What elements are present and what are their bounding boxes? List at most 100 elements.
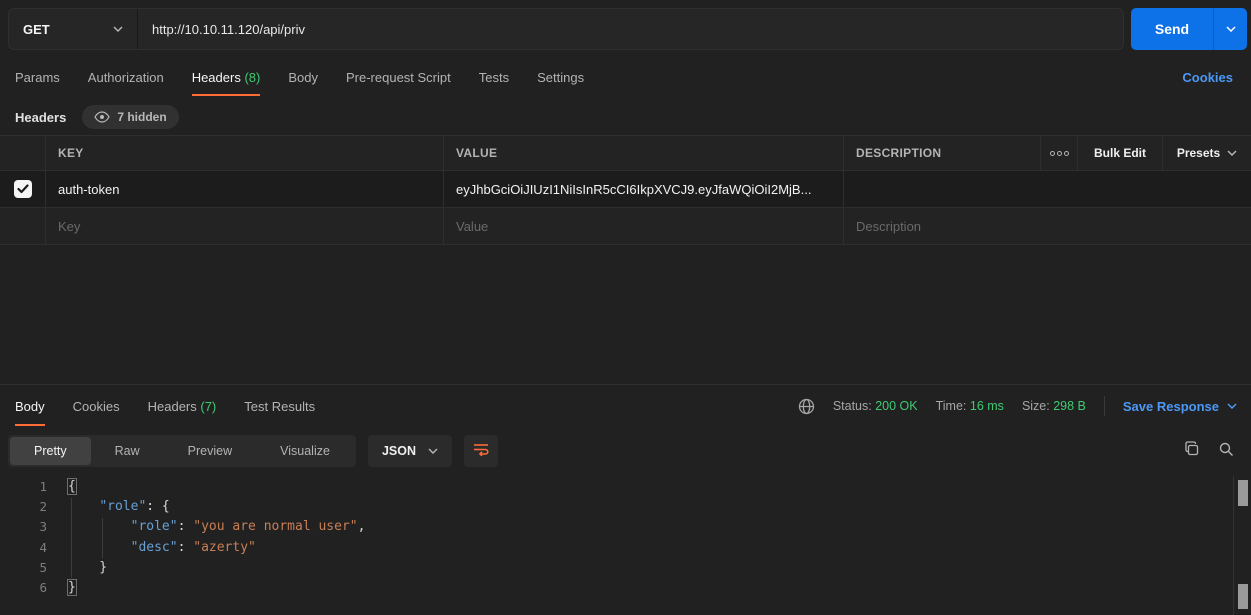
description-input-placeholder[interactable]: Description: [843, 208, 1251, 244]
header-description-cell[interactable]: [843, 171, 1251, 207]
status-badge: Status: 200 OK: [833, 399, 918, 413]
indent-guide: [102, 518, 103, 558]
hidden-headers-toggle[interactable]: 7 hidden: [82, 105, 178, 129]
size-badge: Size: 298 B: [1022, 399, 1086, 413]
wrap-text-icon: [473, 442, 489, 461]
search-icon: [1218, 441, 1234, 462]
eye-icon: [94, 111, 110, 123]
more-options-button[interactable]: [1040, 136, 1077, 170]
key-input-placeholder[interactable]: Key: [45, 208, 443, 244]
chevron-down-icon: [1227, 150, 1237, 156]
view-mode-pretty[interactable]: Pretty: [10, 437, 91, 465]
line-content: "desc": "azerty": [68, 540, 256, 555]
chevron-down-icon: [113, 26, 123, 32]
wrap-text-button[interactable]: [464, 435, 498, 467]
response-toolbar: Pretty Raw Preview Visualize JSON: [8, 435, 1243, 467]
globe-icon[interactable]: [798, 398, 815, 415]
copy-icon: [1184, 441, 1200, 462]
scrollbar-thumb[interactable]: [1238, 480, 1248, 506]
cookies-link[interactable]: Cookies: [1182, 70, 1233, 85]
header-key-cell[interactable]: auth-token: [45, 171, 443, 207]
column-header-value: VALUE: [443, 136, 843, 170]
code-line: 2 "role": {: [0, 496, 1233, 516]
line-number: 4: [0, 540, 47, 555]
chevron-down-icon: [428, 448, 438, 454]
line-content: "role": "you are normal user",: [68, 519, 365, 534]
response-body-editor[interactable]: 1{2 "role": {3 "role": "you are normal u…: [0, 476, 1233, 615]
indent-guide: [71, 498, 72, 578]
headers-count: (8): [244, 70, 260, 85]
code-line: 5 }: [0, 557, 1233, 577]
postman-app: GET http://10.10.11.120/api/priv Send Pa…: [0, 0, 1251, 614]
response-meta: Status: 200 OK Time: 16 ms Size: 298 B S…: [798, 385, 1237, 427]
send-options-button[interactable]: [1213, 8, 1247, 50]
view-mode-switcher: Pretty Raw Preview Visualize: [8, 435, 356, 467]
tab-authorization[interactable]: Authorization: [88, 70, 164, 87]
line-content: }: [68, 560, 107, 575]
line-number: 3: [0, 519, 47, 534]
tab-headers[interactable]: Headers (8): [192, 70, 261, 87]
scrollbar-thumb[interactable]: [1238, 584, 1248, 609]
view-mode-raw[interactable]: Raw: [91, 437, 164, 465]
tab-settings[interactable]: Settings: [537, 70, 584, 87]
code-lines: 1{2 "role": {3 "role": "you are normal u…: [0, 476, 1233, 598]
code-line: 6}: [0, 577, 1233, 597]
vertical-scrollbar[interactable]: [1233, 476, 1251, 615]
copy-response-button[interactable]: [1175, 435, 1209, 467]
time-value: 16 ms: [970, 399, 1004, 413]
line-content: {: [68, 479, 76, 494]
save-response-button[interactable]: Save Response: [1123, 399, 1237, 414]
presets-dropdown[interactable]: Presets: [1162, 136, 1251, 170]
response-tab-body[interactable]: Body: [15, 399, 45, 414]
request-url-bar: GET http://10.10.11.120/api/priv: [8, 8, 1124, 50]
line-number: 6: [0, 580, 47, 595]
view-mode-preview[interactable]: Preview: [164, 437, 256, 465]
send-button[interactable]: Send: [1131, 8, 1247, 50]
header-row-empty: Key Value Description: [0, 208, 1251, 245]
response-tab-cookies[interactable]: Cookies: [73, 399, 120, 414]
method-select[interactable]: GET: [9, 9, 138, 49]
headers-strip: Headers 7 hidden: [0, 100, 1251, 134]
line-number: 2: [0, 499, 47, 514]
time-badge: Time: 16 ms: [936, 399, 1004, 413]
view-mode-visualize[interactable]: Visualize: [256, 437, 354, 465]
url-input[interactable]: http://10.10.11.120/api/priv: [138, 9, 1123, 49]
headers-title: Headers: [15, 110, 66, 125]
header-value-cell[interactable]: eyJhbGciOiJIUzI1NiIsInR5cCI6IkpXVCJ9.eyJ…: [443, 171, 843, 207]
line-number: 5: [0, 560, 47, 575]
request-tabs: Params Authorization Headers (8) Body Pr…: [0, 60, 1251, 96]
value-input-placeholder[interactable]: Value: [443, 208, 843, 244]
code-line: 4 "desc": "azerty": [0, 537, 1233, 557]
tab-tests[interactable]: Tests: [479, 70, 509, 87]
row-checkbox-cell: [0, 208, 45, 244]
chevron-down-icon: [1227, 403, 1237, 409]
format-label: JSON: [382, 444, 416, 458]
method-label: GET: [23, 22, 50, 37]
tab-body[interactable]: Body: [288, 70, 318, 87]
chevron-down-icon: [1226, 26, 1236, 32]
hidden-headers-label: 7 hidden: [117, 110, 166, 124]
send-button-label[interactable]: Send: [1131, 8, 1213, 50]
header-checkbox-column: [0, 136, 45, 170]
tab-pre-request-script[interactable]: Pre-request Script: [346, 70, 451, 87]
headers-table-header: KEY VALUE DESCRIPTION Bulk Edit Presets: [0, 135, 1251, 171]
header-row-auth-token: auth-token eyJhbGciOiJIUzI1NiIsInR5cCI6I…: [0, 171, 1251, 208]
tab-params[interactable]: Params: [15, 70, 60, 87]
column-header-key: KEY: [45, 136, 443, 170]
row-checkbox-cell: [0, 171, 45, 207]
line-content: "role": {: [68, 499, 170, 514]
response-section: Body Cookies Headers (7) Test Results St…: [0, 384, 1251, 614]
size-value: 298 B: [1053, 399, 1086, 413]
search-response-button[interactable]: [1209, 435, 1243, 467]
checkbox-checked[interactable]: [14, 180, 32, 198]
line-number: 1: [0, 479, 47, 494]
format-dropdown[interactable]: JSON: [368, 435, 452, 467]
three-dots-icon: [1050, 151, 1069, 156]
code-line: 3 "role": "you are normal user",: [0, 517, 1233, 537]
bulk-edit-button[interactable]: Bulk Edit: [1077, 136, 1162, 170]
response-tab-test-results[interactable]: Test Results: [244, 399, 315, 414]
column-header-description: DESCRIPTION: [843, 136, 1040, 170]
response-headers-count: (7): [200, 399, 216, 414]
status-value: 200 OK: [875, 399, 917, 413]
response-tab-headers[interactable]: Headers (7): [148, 399, 217, 414]
